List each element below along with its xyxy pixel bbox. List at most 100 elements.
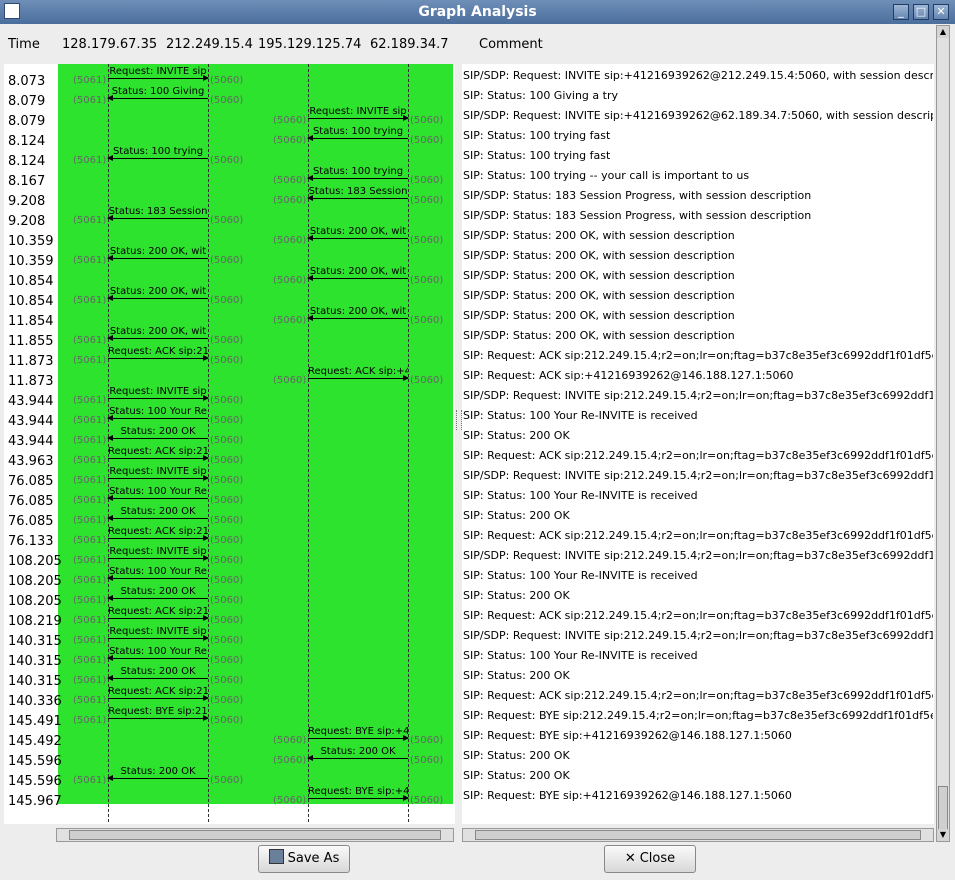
comment-row[interactable]: SIP/SDP: Request: INVITE sip:+4121693926… — [463, 69, 933, 82]
flow-arrow[interactable] — [108, 75, 209, 81]
flow-label: Request: INVITE sip — [309, 106, 407, 117]
dest-port: (5060) — [410, 795, 444, 806]
comment-row[interactable]: SIP: Status: 100 trying fast — [463, 129, 933, 142]
flow-arrow[interactable] — [308, 375, 409, 381]
source-port: (5060) — [273, 235, 307, 246]
flow-arrow[interactable] — [107, 515, 208, 521]
flow-label: Status: 100 trying — [312, 126, 404, 137]
flow-arrow[interactable] — [307, 175, 408, 181]
graph-scroll-thumb[interactable] — [69, 830, 441, 840]
comment-row[interactable]: SIP: Status: 200 OK — [463, 749, 933, 762]
comment-row[interactable]: SIP: Request: ACK sip:212.249.15.4;r2=on… — [463, 529, 933, 542]
comment-row[interactable]: SIP: Request: BYE sip:+41216939262@146.1… — [463, 729, 933, 742]
comment-row[interactable]: SIP/SDP: Status: 200 OK, with session de… — [463, 269, 933, 282]
flow-arrow[interactable] — [307, 755, 408, 761]
comment-row[interactable]: SIP: Status: 100 Your Re-INVITE is recei… — [463, 649, 933, 662]
flow-arrow[interactable] — [107, 435, 208, 441]
source-port: (5061) — [73, 495, 107, 506]
flow-arrow[interactable] — [107, 595, 208, 601]
flow-arrow[interactable] — [107, 255, 208, 261]
flow-arrow[interactable] — [107, 655, 208, 661]
flow-arrow[interactable] — [108, 695, 209, 701]
flow-arrow[interactable] — [107, 335, 208, 341]
comment-row[interactable]: SIP: Status: 200 OK — [463, 509, 933, 522]
comment-row[interactable]: SIP: Request: ACK sip:212.249.15.4;r2=on… — [463, 349, 933, 362]
flow-arrow[interactable] — [108, 715, 209, 721]
comment-horizontal-scrollbar[interactable] — [462, 828, 934, 842]
close-window-icon[interactable]: ✕ — [933, 4, 949, 20]
comment-row[interactable]: SIP: Request: ACK sip:212.249.15.4;r2=on… — [463, 449, 933, 462]
scroll-down-icon[interactable]: ▼ — [937, 829, 949, 841]
comment-row[interactable]: SIP: Status: 100 trying -- your call is … — [463, 169, 933, 182]
flow-label: Request: ACK sip:21 — [108, 526, 208, 537]
comment-row[interactable]: SIP/SDP: Status: 200 OK, with session de… — [463, 229, 933, 242]
comment-row[interactable]: SIP: Status: 200 OK — [463, 669, 933, 682]
flow-arrow[interactable] — [307, 315, 408, 321]
graph-horizontal-scrollbar[interactable] — [56, 828, 454, 842]
comment-row[interactable]: SIP: Status: 200 OK — [463, 589, 933, 602]
comment-row[interactable]: SIP/SDP: Request: INVITE sip:212.249.15.… — [463, 629, 933, 642]
comment-row[interactable]: SIP: Status: 100 Your Re-INVITE is recei… — [463, 569, 933, 582]
time-value: 140.315 — [8, 654, 62, 669]
comment-row[interactable]: SIP/SDP: Status: 200 OK, with session de… — [463, 289, 933, 302]
comment-column-header[interactable]: Comment — [479, 37, 543, 52]
flow-arrow[interactable] — [108, 395, 209, 401]
comment-row[interactable]: SIP: Request: ACK sip:+41216939262@146.1… — [463, 369, 933, 382]
flow-arrow[interactable] — [307, 235, 408, 241]
comment-row[interactable]: SIP: Request: ACK sip:212.249.15.4;r2=on… — [463, 689, 933, 702]
comment-row[interactable]: SIP/SDP: Status: 200 OK, with session de… — [463, 249, 933, 262]
comment-row[interactable]: SIP: Status: 100 trying fast — [463, 149, 933, 162]
comment-row[interactable]: SIP/SDP: Request: INVITE sip:212.249.15.… — [463, 549, 933, 562]
flow-arrow[interactable] — [307, 135, 408, 141]
comment-row[interactable]: SIP: Status: 200 OK — [463, 429, 933, 442]
comment-row[interactable]: SIP/SDP: Status: 200 OK, with session de… — [463, 309, 933, 322]
flow-arrow[interactable] — [108, 615, 209, 621]
comment-row[interactable]: SIP: Status: 200 OK — [463, 769, 933, 782]
flow-arrow[interactable] — [308, 115, 409, 121]
save-as-button[interactable]: Save As — [258, 845, 350, 873]
close-button[interactable]: ✕ Close — [604, 845, 696, 873]
flow-arrow[interactable] — [108, 475, 209, 481]
comment-row[interactable]: SIP: Request: ACK sip:212.249.15.4;r2=on… — [463, 609, 933, 622]
flow-arrow[interactable] — [308, 735, 409, 741]
comment-row[interactable]: SIP: Request: BYE sip:+41216939262@146.1… — [463, 789, 933, 802]
flow-arrow[interactable] — [108, 535, 209, 541]
flow-arrow[interactable] — [307, 275, 408, 281]
source-port: (5061) — [73, 675, 107, 686]
flow-arrow[interactable] — [107, 675, 208, 681]
flow-arrow[interactable] — [107, 155, 208, 161]
comment-row[interactable]: SIP/SDP: Request: INVITE sip:212.249.15.… — [463, 469, 933, 482]
time-value: 8.079 — [8, 94, 46, 109]
time-column-header[interactable]: Time — [8, 37, 40, 52]
flow-arrow[interactable] — [107, 415, 208, 421]
comment-row[interactable]: SIP: Status: 100 Your Re-INVITE is recei… — [463, 489, 933, 502]
flow-arrow[interactable] — [108, 555, 209, 561]
flow-arrow[interactable] — [108, 635, 209, 641]
flow-arrow[interactable] — [107, 575, 208, 581]
vertical-scroll-thumb[interactable] — [938, 786, 948, 834]
maximize-icon[interactable]: □ — [913, 4, 929, 20]
flow-arrow[interactable] — [108, 455, 209, 461]
comment-row[interactable]: SIP: Status: 100 Giving a try — [463, 89, 933, 102]
comment-scroll-thumb[interactable] — [475, 830, 921, 840]
minimize-icon[interactable]: _ — [893, 4, 909, 20]
flow-arrow[interactable] — [107, 295, 208, 301]
flow-arrow[interactable] — [107, 495, 208, 501]
flow-arrow[interactable] — [307, 195, 408, 201]
flow-arrow[interactable] — [108, 355, 209, 361]
comment-row[interactable]: SIP/SDP: Status: 183 Session Progress, w… — [463, 189, 933, 202]
comment-row[interactable]: SIP/SDP: Request: INVITE sip:+4121693926… — [463, 109, 933, 122]
flow-arrow[interactable] — [107, 775, 208, 781]
comment-row[interactable]: SIP: Status: 100 Your Re-INVITE is recei… — [463, 409, 933, 422]
source-port: (5061) — [73, 95, 107, 106]
flow-arrow[interactable] — [308, 795, 409, 801]
source-port: (5061) — [73, 355, 107, 366]
vertical-scrollbar[interactable]: ▲ ▼ — [936, 25, 950, 842]
comment-row[interactable]: SIP/SDP: Status: 200 OK, with session de… — [463, 329, 933, 342]
flow-arrow[interactable] — [107, 95, 208, 101]
scroll-up-icon[interactable]: ▲ — [937, 26, 949, 38]
comment-row[interactable]: SIP: Request: BYE sip:212.249.15.4;r2=on… — [463, 709, 933, 722]
comment-row[interactable]: SIP/SDP: Status: 183 Session Progress, w… — [463, 209, 933, 222]
comment-row[interactable]: SIP/SDP: Request: INVITE sip:212.249.15.… — [463, 389, 933, 402]
flow-arrow[interactable] — [107, 215, 208, 221]
